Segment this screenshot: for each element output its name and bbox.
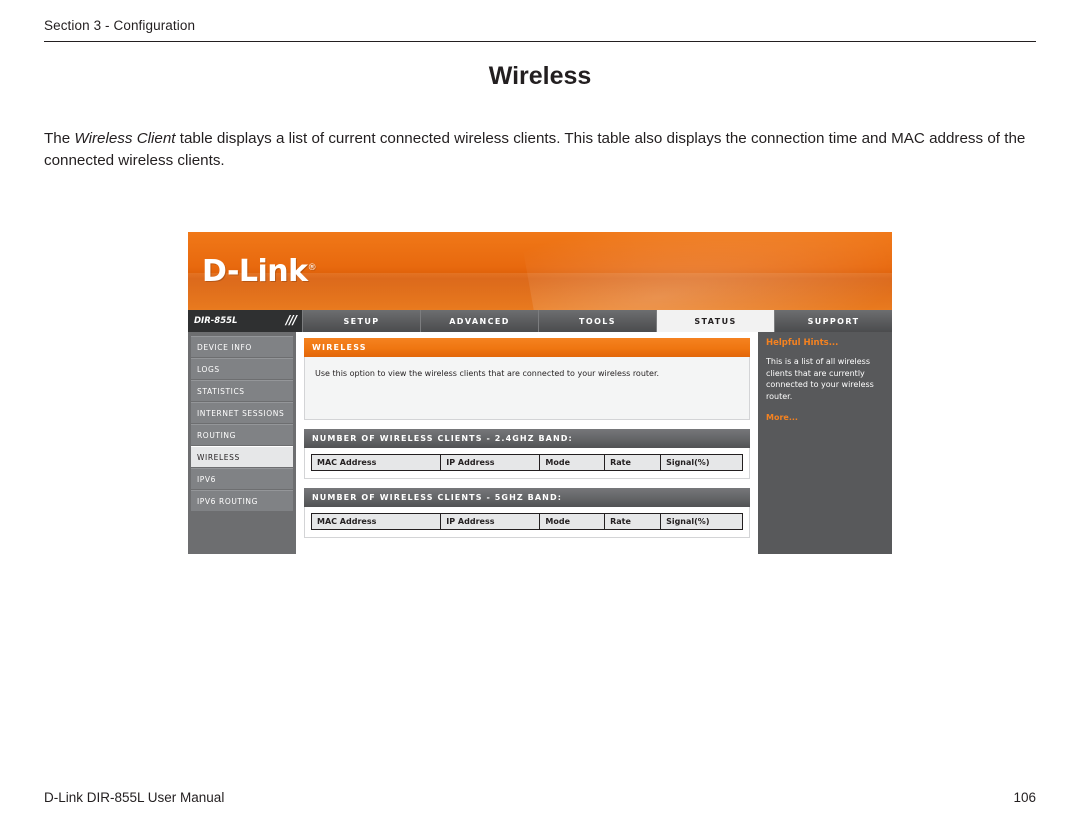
- tab-advanced[interactable]: ADVANCED: [420, 310, 538, 332]
- wireless-panel-description: Use this option to view the wireless cli…: [304, 357, 750, 420]
- nav-model-badge: DIR-855L ///: [188, 310, 302, 332]
- intro-paragraph: The Wireless Client table displays a lis…: [44, 128, 1036, 172]
- paragraph-lead: The: [44, 130, 75, 148]
- tab-support[interactable]: SUPPORT: [774, 310, 892, 332]
- sidebar-item-ipv6[interactable]: IPV6: [191, 468, 293, 489]
- page-header: Section 3 - Configuration: [44, 18, 1036, 42]
- sidebar-item-statistics[interactable]: STATISTICS: [191, 380, 293, 401]
- sidebar-item-device-info[interactable]: DEVICE INFO: [191, 336, 293, 357]
- column-signal: Signal(%): [660, 454, 743, 471]
- section-heading-5ghz: NUMBER OF WIRELESS CLIENTS - 5GHZ BAND:: [304, 488, 750, 507]
- hints-title: Helpful Hints...: [766, 338, 839, 348]
- sidebar-item-internet-sessions[interactable]: INTERNET SESSIONS: [191, 402, 293, 423]
- wireless-clients-table-24ghz: MAC Address IP Address Mode Rate Signal(…: [311, 454, 743, 471]
- sidebar-item-ipv6-routing[interactable]: IPV6 ROUTING: [191, 490, 293, 511]
- router-main-content: WIRELESS Use this option to view the wir…: [296, 332, 758, 554]
- wireless-clients-table-5ghz: MAC Address IP Address Mode Rate Signal(…: [311, 513, 743, 530]
- section-heading-24ghz: NUMBER OF WIRELESS CLIENTS - 2.4GHZ BAND…: [304, 429, 750, 448]
- tab-tools[interactable]: TOOLS: [538, 310, 656, 332]
- wireless-panel-heading: WIRELESS: [304, 338, 750, 357]
- paragraph-emphasis: Wireless Client: [74, 130, 176, 148]
- router-ui-screenshot: D-Link® DIR-855L /// SETUP ADVANCED TOOL…: [188, 232, 892, 554]
- registered-mark-icon: ®: [307, 263, 317, 273]
- router-banner: D-Link®: [188, 232, 892, 310]
- section-box-24ghz: MAC Address IP Address Mode Rate Signal(…: [304, 448, 750, 479]
- column-ip-address: IP Address: [440, 513, 541, 530]
- column-mode: Mode: [539, 454, 606, 471]
- header-divider: [44, 41, 1036, 42]
- table-header-row: MAC Address IP Address Mode Rate Signal(…: [311, 513, 743, 530]
- dlink-logo-text: D-Link: [202, 254, 308, 289]
- nav-model-label: DIR-855L: [194, 316, 238, 326]
- router-body: DEVICE INFO LOGS STATISTICS INTERNET SES…: [188, 332, 892, 554]
- hints-more-link[interactable]: More...: [766, 413, 884, 422]
- hints-body: This is a list of all wireless clients t…: [766, 357, 874, 401]
- tab-status[interactable]: STATUS: [656, 310, 774, 332]
- sidebar-item-routing[interactable]: ROUTING: [191, 424, 293, 445]
- page-title: Wireless: [488, 62, 592, 90]
- router-sidebar: DEVICE INFO LOGS STATISTICS INTERNET SES…: [188, 332, 296, 554]
- column-mac-address: MAC Address: [311, 513, 442, 530]
- slashes-icon: ///: [285, 313, 297, 327]
- sidebar-item-logs[interactable]: LOGS: [191, 358, 293, 379]
- table-header-row: MAC Address IP Address Mode Rate Signal(…: [311, 454, 743, 471]
- paragraph-rest: table displays a list of current connect…: [44, 130, 1026, 170]
- column-mode: Mode: [539, 513, 606, 530]
- footer-page-number: 106: [1013, 790, 1036, 805]
- helpful-hints-panel: Helpful Hints... This is a list of all w…: [758, 332, 892, 554]
- dlink-logo: D-Link®: [202, 254, 317, 289]
- column-ip-address: IP Address: [440, 454, 541, 471]
- column-rate: Rate: [604, 513, 662, 530]
- router-nav-bar: DIR-855L /// SETUP ADVANCED TOOLS STATUS…: [188, 310, 892, 332]
- sidebar-item-wireless[interactable]: WIRELESS: [191, 446, 293, 467]
- column-signal: Signal(%): [660, 513, 743, 530]
- column-mac-address: MAC Address: [311, 454, 442, 471]
- page-footer: D-Link DIR-855L User Manual 106: [44, 790, 1036, 805]
- section-box-5ghz: MAC Address IP Address Mode Rate Signal(…: [304, 507, 750, 538]
- section-label: Section 3 - Configuration: [44, 18, 196, 33]
- tab-setup[interactable]: SETUP: [302, 310, 420, 332]
- footer-manual-title: D-Link DIR-855L User Manual: [44, 790, 225, 805]
- column-rate: Rate: [604, 454, 662, 471]
